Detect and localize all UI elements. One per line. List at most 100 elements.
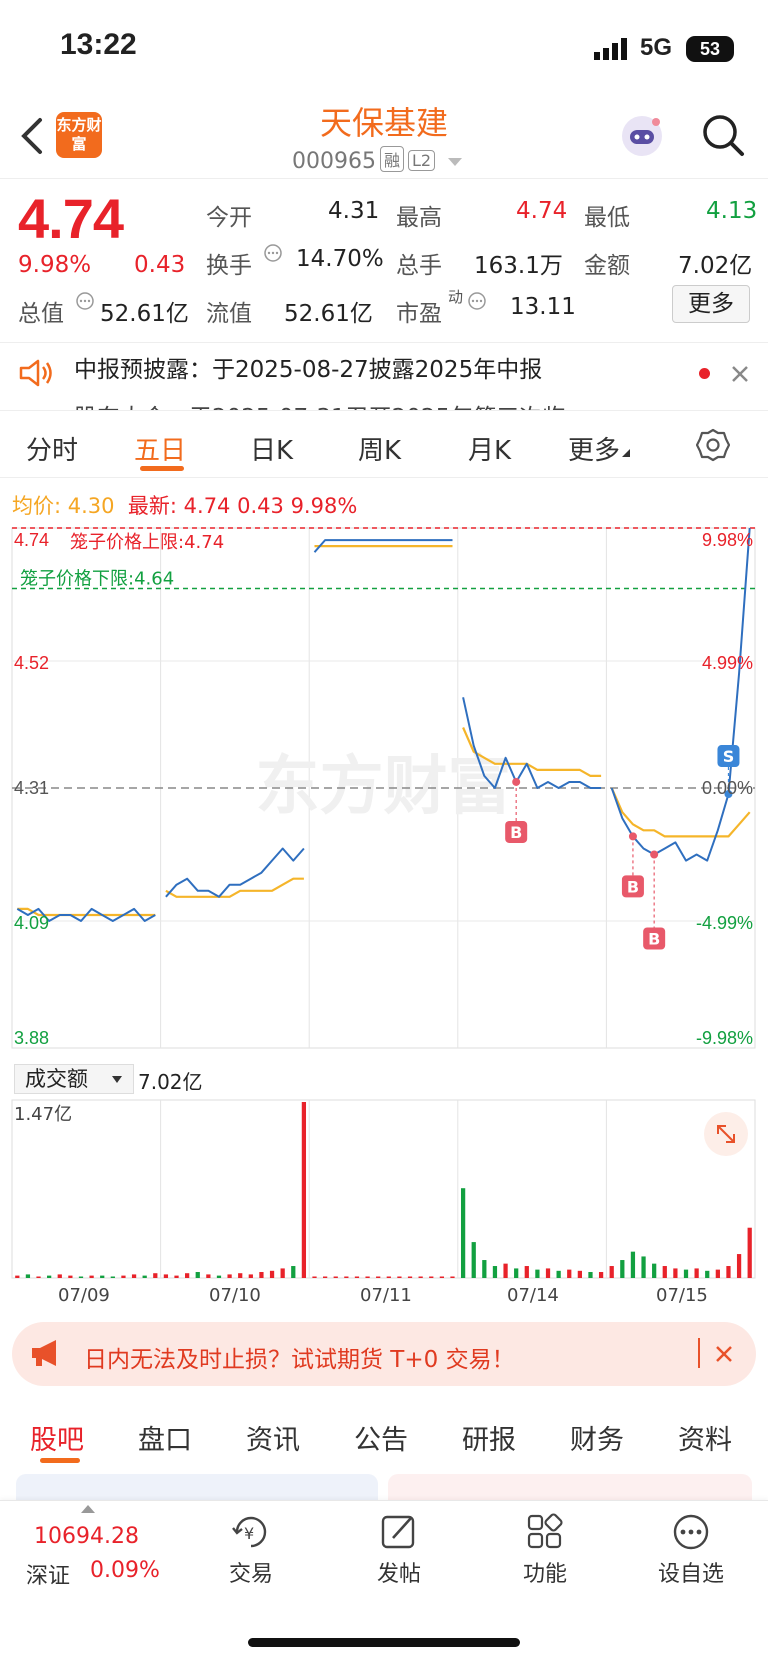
info-icon[interactable] [76, 292, 94, 314]
y-axis-pct-label: 4.99% [702, 653, 753, 673]
megaphone-icon [30, 1338, 64, 1372]
index-name: 深证 [26, 1564, 71, 1589]
date-label: 07/09 [58, 1285, 110, 1306]
y-axis-pct-label: -4.99% [696, 913, 753, 933]
speaker-icon [18, 358, 54, 392]
mktcap-label: 总值 [18, 301, 64, 327]
volume-value: 163.1万 [474, 253, 563, 279]
y-axis-pct-label: -9.98% [696, 1028, 753, 1048]
tab-weekly-k[interactable]: 周K [358, 430, 401, 467]
last-price: 4.74 [18, 187, 124, 250]
tab-news[interactable]: 资讯 [246, 1418, 300, 1457]
tab-profile[interactable]: 资料 [678, 1418, 732, 1457]
tab-financials[interactable]: 财务 [570, 1418, 624, 1457]
volume-bar [57, 1274, 62, 1278]
amount-value: 7.02亿 [678, 253, 753, 279]
more-dots-icon [673, 1514, 709, 1550]
trade-marker-dot [628, 832, 637, 841]
robot-assistant-icon[interactable] [618, 112, 666, 164]
avg-label: 均价: [12, 494, 62, 518]
more-quote-button[interactable]: 更多 [672, 285, 750, 323]
volume-chart[interactable]: 1.47亿 [0, 1096, 768, 1286]
volume-total: 7.02亿 [138, 1070, 203, 1094]
volume-bar [354, 1276, 360, 1278]
low-label: 最低 [584, 205, 630, 231]
tab-announcements[interactable]: 公告 [354, 1418, 408, 1457]
trade-icon: ¥ [232, 1516, 267, 1548]
volume-label: 总手 [396, 253, 442, 279]
divider [698, 1338, 700, 1368]
tab-monthly-k[interactable]: 月K [468, 430, 511, 467]
tab-more-periods[interactable]: 更多 [568, 430, 632, 467]
price-line [165, 847, 305, 898]
volume-bar [598, 1272, 604, 1278]
search-icon[interactable] [700, 112, 746, 162]
volume-bar [216, 1275, 222, 1278]
triangle-up-icon [81, 1505, 95, 1513]
signal-icon [594, 38, 630, 60]
volume-bar [36, 1276, 41, 1278]
volume-bar [376, 1276, 381, 1278]
volume-bar [280, 1268, 285, 1278]
pe-value: 13.11 [510, 294, 576, 320]
volume-bar [726, 1266, 731, 1278]
tab-five-day[interactable]: 五日 [134, 430, 186, 467]
tab-forum[interactable]: 股吧 [30, 1418, 84, 1457]
expand-chart-icon[interactable] [704, 1112, 748, 1156]
nav-functions[interactable]: 功能 [490, 1512, 600, 1588]
volume-bar [545, 1268, 551, 1278]
notice-text-next: 股东大会：于2025-07-31召开2025年第三次临 [74, 398, 565, 410]
nav-add-watchlist[interactable]: 设自选 [636, 1512, 746, 1588]
settings-gear-icon[interactable] [695, 428, 731, 466]
ad-text: 日内无法及时止损？试试期货 T+0 交易！ [84, 1347, 515, 1373]
volume-bar [492, 1266, 498, 1278]
last-label: 最新: [127, 494, 177, 518]
close-icon[interactable] [714, 1344, 734, 1368]
stock-code: 000965 [292, 149, 376, 174]
volume-bar [269, 1270, 275, 1278]
volume-bar [333, 1276, 338, 1278]
pe-superscript: 动 [448, 288, 464, 306]
volume-bar [705, 1270, 710, 1278]
volume-bar [121, 1275, 126, 1278]
y-axis-pct-label: 9.98% [702, 530, 753, 550]
nav-trade[interactable]: ¥ 交易 [196, 1512, 306, 1588]
volume-bar [439, 1276, 445, 1278]
tab-orderbook[interactable]: 盘口 [138, 1418, 192, 1457]
five-day-price-chart[interactable]: 东方财富BBBS4.74 9.98%4.52 4.99%4.31 0.00%4.09-… [0, 520, 768, 1070]
tab-intraday[interactable]: 分时 [26, 430, 78, 467]
tab-research[interactable]: 研报 [462, 1418, 516, 1457]
nav-post[interactable]: 发帖 [344, 1512, 454, 1588]
tab-daily-k[interactable]: 日K [250, 430, 293, 467]
open-value: 4.31 [328, 198, 380, 224]
amount-label: 金额 [584, 253, 630, 279]
volume-bar [47, 1275, 52, 1278]
volume-bar [206, 1274, 211, 1278]
volume-bar [131, 1274, 137, 1278]
index-pct: 0.09% [90, 1558, 160, 1583]
volume-bar [68, 1275, 73, 1278]
turnover-label: 换手 [206, 253, 252, 279]
status-time: 13:22 [60, 28, 137, 61]
index-ticker[interactable]: 10694.28 深证 0.09% [26, 1504, 176, 1594]
volume-bar [577, 1270, 582, 1278]
close-icon[interactable] [730, 364, 750, 388]
chevron-down-icon [448, 158, 463, 166]
mktcap-value: 52.61亿 [100, 301, 189, 327]
stock-code-row[interactable]: 000965 融 L2 [292, 146, 464, 174]
low-value: 4.13 [706, 198, 758, 224]
volume-bar [259, 1272, 264, 1278]
volume-bar [110, 1276, 115, 1278]
pe-label: 市盈 [396, 301, 442, 327]
volume-metric-select[interactable]: 成交额 [14, 1064, 134, 1094]
watermark: 东方财富 [256, 750, 512, 824]
turnover-value: 14.70% [296, 246, 384, 272]
info-icon[interactable] [468, 292, 486, 314]
svg-text:¥: ¥ [244, 1524, 254, 1543]
notice-text[interactable]: 中报预披露：于2025-08-27披露2025年中报 [74, 350, 542, 384]
volume-bar [386, 1276, 391, 1278]
nav-functions-label: 功能 [522, 1562, 567, 1587]
triangle-icon [622, 449, 631, 457]
nav-add-watchlist-label: 设自选 [657, 1562, 724, 1587]
info-icon[interactable] [264, 244, 282, 266]
